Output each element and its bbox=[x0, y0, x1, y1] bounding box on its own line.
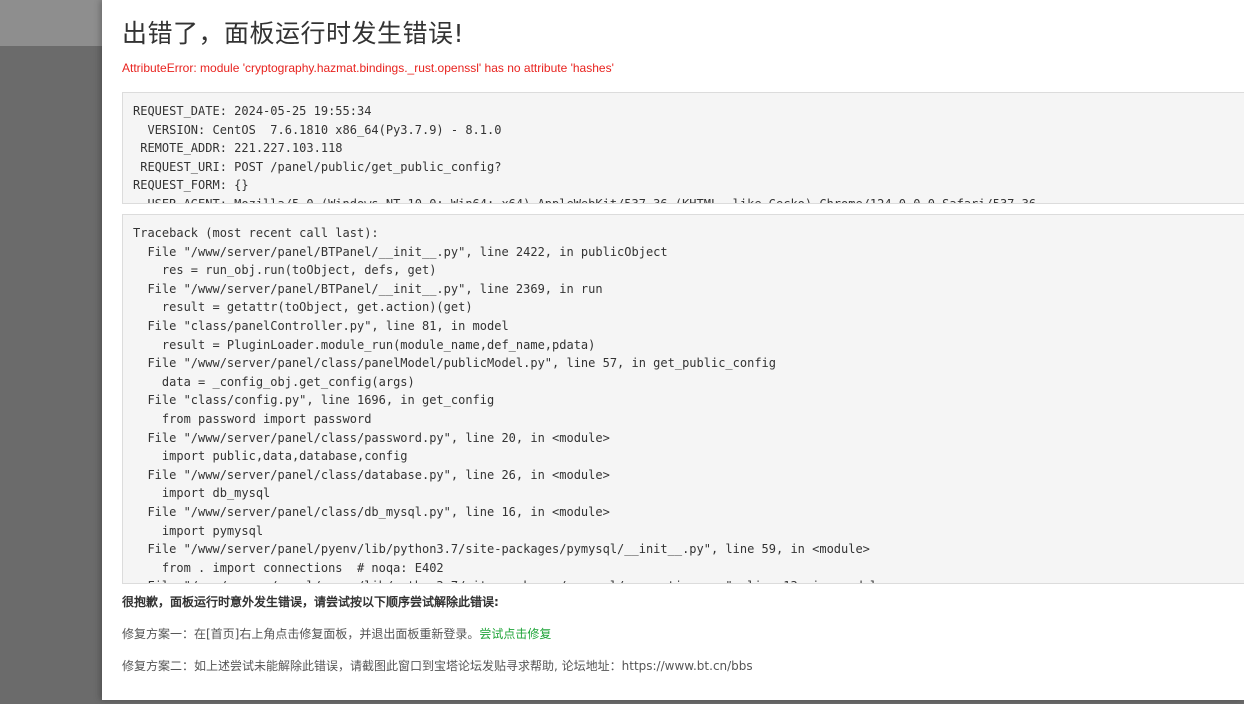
request-info-line: USER_AGENT: Mozilla/5.0 (Windows NT 10.0… bbox=[133, 196, 1037, 204]
request-info-line: REMOTE_ADDR: 221.227.103.118 bbox=[133, 141, 343, 156]
fix-option-two: 修复方案二：如上述尝试未能解除此错误，请截图此窗口到宝塔论坛发贴寻求帮助, 论坛… bbox=[122, 659, 753, 673]
error-message: AttributeError: module 'cryptography.haz… bbox=[122, 61, 614, 75]
traceback-line: res = run_obj.run(toObject, defs, get) bbox=[133, 263, 437, 278]
page-title: 出错了，面板运行时发生错误! bbox=[122, 19, 465, 48]
request-info-line: REQUEST_URI: POST /panel/public/get_publ… bbox=[133, 159, 502, 174]
traceback-line: File "class/config.py", line 1696, in ge… bbox=[133, 393, 495, 408]
traceback-line: data = _config_obj.get_config(args) bbox=[133, 374, 415, 389]
traceback-line: import public,data,database,config bbox=[133, 449, 408, 464]
traceback-lines: Traceback (most recent call last): File … bbox=[133, 224, 892, 583]
traceback-line: import pymysql bbox=[133, 523, 264, 538]
traceback-line: File "/www/server/panel/BTPanel/__init__… bbox=[133, 244, 668, 259]
traceback-line: File "/www/server/panel/class/panelModel… bbox=[133, 356, 776, 371]
traceback-line: import db_mysql bbox=[133, 486, 271, 501]
request-info-line: REQUEST_DATE: 2024-05-25 19:55:34 bbox=[133, 104, 372, 118]
request-info-line: VERSION: CentOS 7.6.1810 x86_64(Py3.7.9)… bbox=[133, 122, 502, 137]
error-panel: 出错了，面板运行时发生错误! AttributeError: module 'c… bbox=[102, 0, 1244, 700]
fix-option-one-text: 修复方案一：在[首页]右上角点击修复面板，并退出面板重新登录。 bbox=[122, 627, 480, 641]
traceback-line: File "/www/server/panel/pyenv/lib/python… bbox=[133, 542, 870, 557]
try-repair-link[interactable]: 尝试点击修复 bbox=[479, 627, 551, 641]
traceback-line: result = getattr(toObject, get.action)(g… bbox=[133, 300, 473, 315]
backdrop-overlay bbox=[0, 46, 102, 704]
traceback-line: Traceback (most recent call last): bbox=[133, 226, 379, 240]
traceback-line: File "/www/server/panel/class/db_mysql.p… bbox=[133, 504, 610, 519]
traceback-box[interactable]: Traceback (most recent call last): File … bbox=[122, 214, 1244, 584]
traceback-line: File "/www/server/panel/class/password.p… bbox=[133, 430, 610, 445]
traceback-line: from password import password bbox=[133, 411, 372, 426]
request-info-lines: REQUEST_DATE: 2024-05-25 19:55:34 VERSIO… bbox=[133, 102, 1037, 204]
traceback-line: File "class/panelController.py", line 81… bbox=[133, 318, 509, 333]
traceback-line: File "/www/server/panel/BTPanel/__init__… bbox=[133, 281, 603, 296]
traceback-line: File "/www/server/panel/class/database.p… bbox=[133, 467, 610, 482]
backdrop-header bbox=[0, 0, 102, 46]
traceback-line: File "/www/server/panel/pyenv/lib/python… bbox=[133, 577, 891, 583]
fix-option-one: 修复方案一：在[首页]右上角点击修复面板，并退出面板重新登录。尝试点击修复 bbox=[122, 625, 551, 642]
error-notice: 很抱歉，面板运行时意外发生错误，请尝试按以下顺序尝试解除此错误: bbox=[122, 595, 499, 609]
request-info-line: REQUEST_FORM: {} bbox=[133, 178, 249, 193]
traceback-line: result = PluginLoader.module_run(module_… bbox=[133, 337, 596, 352]
request-info-box[interactable]: REQUEST_DATE: 2024-05-25 19:55:34 VERSIO… bbox=[122, 92, 1244, 204]
traceback-line: from . import connections # noqa: E402 bbox=[133, 560, 444, 575]
